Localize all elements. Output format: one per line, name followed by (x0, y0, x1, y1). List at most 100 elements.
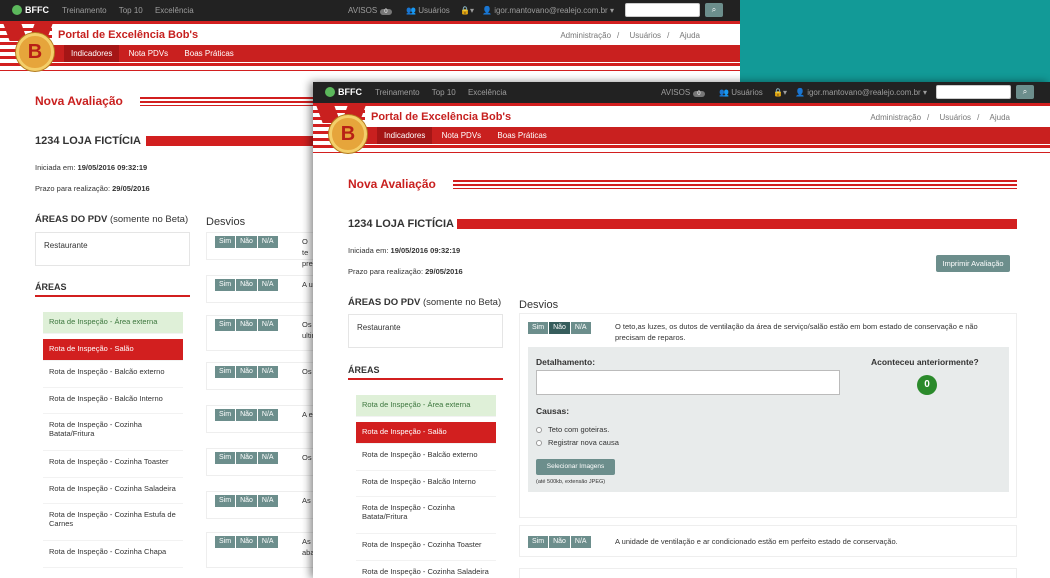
link-usuarios[interactable]: Usuários (629, 31, 661, 40)
search-select[interactable] (936, 85, 1011, 99)
area-item[interactable]: Rota de Inspeção - Cozinha Toaster (356, 534, 496, 561)
nav-treinamento[interactable]: Treinamento (375, 88, 420, 97)
areas-pdv-heading: ÁREAS DO PDV (somente no Beta) (348, 297, 502, 308)
answer-na[interactable]: N/A (257, 409, 279, 421)
answer-na[interactable]: N/A (570, 536, 592, 548)
area-item[interactable]: Rota de Inspeção - Cozinha Toaster (43, 451, 183, 478)
area-item[interactable]: Rota de Inspeção - Cozinha Batata/Fritur… (43, 414, 183, 451)
answer-nao[interactable]: Não (236, 366, 258, 378)
nav-top10[interactable]: Top 10 (119, 6, 143, 15)
desvio-question: O teto,as luzes, os dutos de ventilação … (615, 322, 978, 342)
answer-na[interactable]: N/A (570, 322, 592, 334)
images-note: (até 500kb, extensão JPEG) (536, 479, 606, 485)
started-info: Iniciada em: 19/05/2016 09:32:19 (35, 163, 148, 172)
answer-nao[interactable]: Não (236, 495, 258, 507)
link-ajuda[interactable]: Ajuda (680, 31, 700, 40)
nav-top10[interactable]: Top 10 (432, 88, 456, 97)
tab-boas-praticas[interactable]: Boas Práticas (490, 127, 553, 144)
area-item[interactable]: Rota de Inspeção - Área externa (43, 312, 183, 334)
area-item[interactable]: Rota de Inspeção - Cozinha Estufa de Car… (43, 504, 183, 541)
answer-nao[interactable]: Não (236, 319, 258, 331)
nav-treinamento[interactable]: Treinamento (62, 6, 107, 15)
main-nav: Treinamento Top 10 Excelência (62, 6, 204, 15)
answer-nao[interactable]: Não (236, 236, 258, 248)
area-item-active[interactable]: Rota de Inspeção - Salão (43, 339, 183, 361)
search-button[interactable]: ⌕ (705, 3, 723, 17)
lock-icon: 🔒▾ (773, 88, 787, 97)
answer-toggle: Sim Não N/A (215, 279, 279, 291)
area-item[interactable]: Rota de Inspeção - Cozinha Saladeira (356, 561, 496, 578)
portal-title[interactable]: Portal de Excelência Bob's (58, 29, 198, 41)
answer-toggle: Sim Não N/A (215, 536, 279, 548)
area-item[interactable]: Rota de Inspeção - Balcão Interno (43, 388, 183, 414)
answer-na[interactable]: N/A (257, 366, 279, 378)
brand-logo[interactable]: BFFC (325, 87, 362, 97)
avisos-link[interactable]: AVISOS 0 (661, 88, 705, 97)
lock-menu[interactable]: 🔒▾ (773, 88, 787, 97)
answer-sim[interactable]: Sim (215, 495, 237, 507)
select-images-button[interactable]: Selecionar Imagens (536, 459, 615, 475)
answer-na[interactable]: N/A (257, 495, 279, 507)
answer-nao[interactable]: Não (549, 322, 571, 334)
link-usuarios[interactable]: Usuários (939, 113, 971, 122)
answer-na[interactable]: N/A (257, 452, 279, 464)
search-button[interactable]: ⌕ (1016, 85, 1034, 99)
answer-sim[interactable]: Sim (215, 319, 237, 331)
usuarios-link[interactable]: 👥 Usuários (406, 6, 450, 15)
lock-menu[interactable]: 🔒▾ (460, 6, 474, 15)
area-item[interactable]: Rota de Inspeção - Balcão externo (356, 444, 496, 471)
answer-sim[interactable]: Sim (215, 279, 237, 291)
answer-na[interactable]: N/A (257, 279, 279, 291)
answer-na[interactable]: N/A (257, 319, 279, 331)
link-ajuda[interactable]: Ajuda (990, 113, 1010, 122)
answer-nao[interactable]: Não (236, 409, 258, 421)
brand-logo[interactable]: BFFC (12, 5, 49, 15)
desvios-heading: Desvios (206, 216, 246, 228)
areas-list: Rota de Inspeção - Área externa Rota de … (356, 395, 496, 578)
answer-nao[interactable]: Não (236, 279, 258, 291)
answer-toggle: Sim Não N/A (215, 452, 279, 464)
nav-excelencia[interactable]: Excelência (155, 6, 194, 15)
area-item[interactable]: Rota de Inspeção - Área externa (356, 395, 496, 417)
detalhamento-textarea[interactable] (536, 370, 840, 395)
user-menu[interactable]: 👤 igor.mantovano@realejo.com.br ▾ (482, 6, 614, 15)
area-item[interactable]: Rota de Inspeção - Balcão externo (43, 361, 183, 388)
area-item-active[interactable]: Rota de Inspeção - Salão (356, 422, 496, 444)
search-select[interactable] (625, 3, 700, 17)
answer-sim[interactable]: Sim (215, 366, 237, 378)
tab-indicadores[interactable]: Indicadores (64, 45, 120, 62)
answer-nao[interactable]: Não (236, 452, 258, 464)
usuarios-link[interactable]: 👥 Usuários (719, 88, 763, 97)
area-item[interactable]: Rota de Inspeção - Cozinha Chapa (43, 541, 183, 568)
tab-nota-pdvs[interactable]: Nota PDVs (435, 127, 489, 144)
nav-excelencia[interactable]: Excelência (468, 88, 507, 97)
avisos-link[interactable]: AVISOS 0 (348, 6, 392, 15)
areas-heading: ÁREAS (35, 282, 190, 297)
area-item[interactable]: Rota de Inspeção - Cozinha Saladeira (43, 478, 183, 504)
link-administracao[interactable]: Administração (870, 113, 921, 122)
answer-sim[interactable]: Sim (215, 452, 237, 464)
answer-sim[interactable]: Sim (215, 236, 237, 248)
answer-toggle: Sim Não N/A (215, 495, 279, 507)
tab-boas-praticas[interactable]: Boas Práticas (177, 45, 240, 62)
area-item[interactable]: Rota de Inspeção - Cozinha Batata/Fritur… (356, 497, 496, 534)
answer-sim[interactable]: Sim (215, 536, 237, 548)
tab-nota-pdvs[interactable]: Nota PDVs (122, 45, 176, 62)
answer-sim[interactable]: Sim (215, 409, 237, 421)
answer-sim[interactable]: Sim (528, 322, 550, 334)
answer-na[interactable]: N/A (257, 536, 279, 548)
link-administracao[interactable]: Administração (560, 31, 611, 40)
answer-nao[interactable]: Não (236, 536, 258, 548)
area-item[interactable]: Rota de Inspeção - Balcão Interno (356, 471, 496, 497)
header-links: Administração / Usuários / Ajuda (870, 113, 1010, 122)
causa-radio[interactable]: Teto com goteiras. (536, 425, 609, 434)
tab-indicadores[interactable]: Indicadores (377, 127, 433, 144)
causa-radio[interactable]: Registrar nova causa (536, 438, 619, 447)
answer-sim[interactable]: Sim (528, 536, 550, 548)
front-window: BFFC Treinamento Top 10 Excelência AVISO… (313, 82, 1050, 578)
answer-na[interactable]: N/A (257, 236, 279, 248)
user-menu[interactable]: 👤 igor.mantovano@realejo.com.br ▾ (795, 88, 927, 97)
answer-nao[interactable]: Não (549, 536, 571, 548)
print-button[interactable]: Imprimir Avaliação (936, 255, 1010, 272)
portal-title[interactable]: Portal de Excelência Bob's (371, 111, 511, 123)
